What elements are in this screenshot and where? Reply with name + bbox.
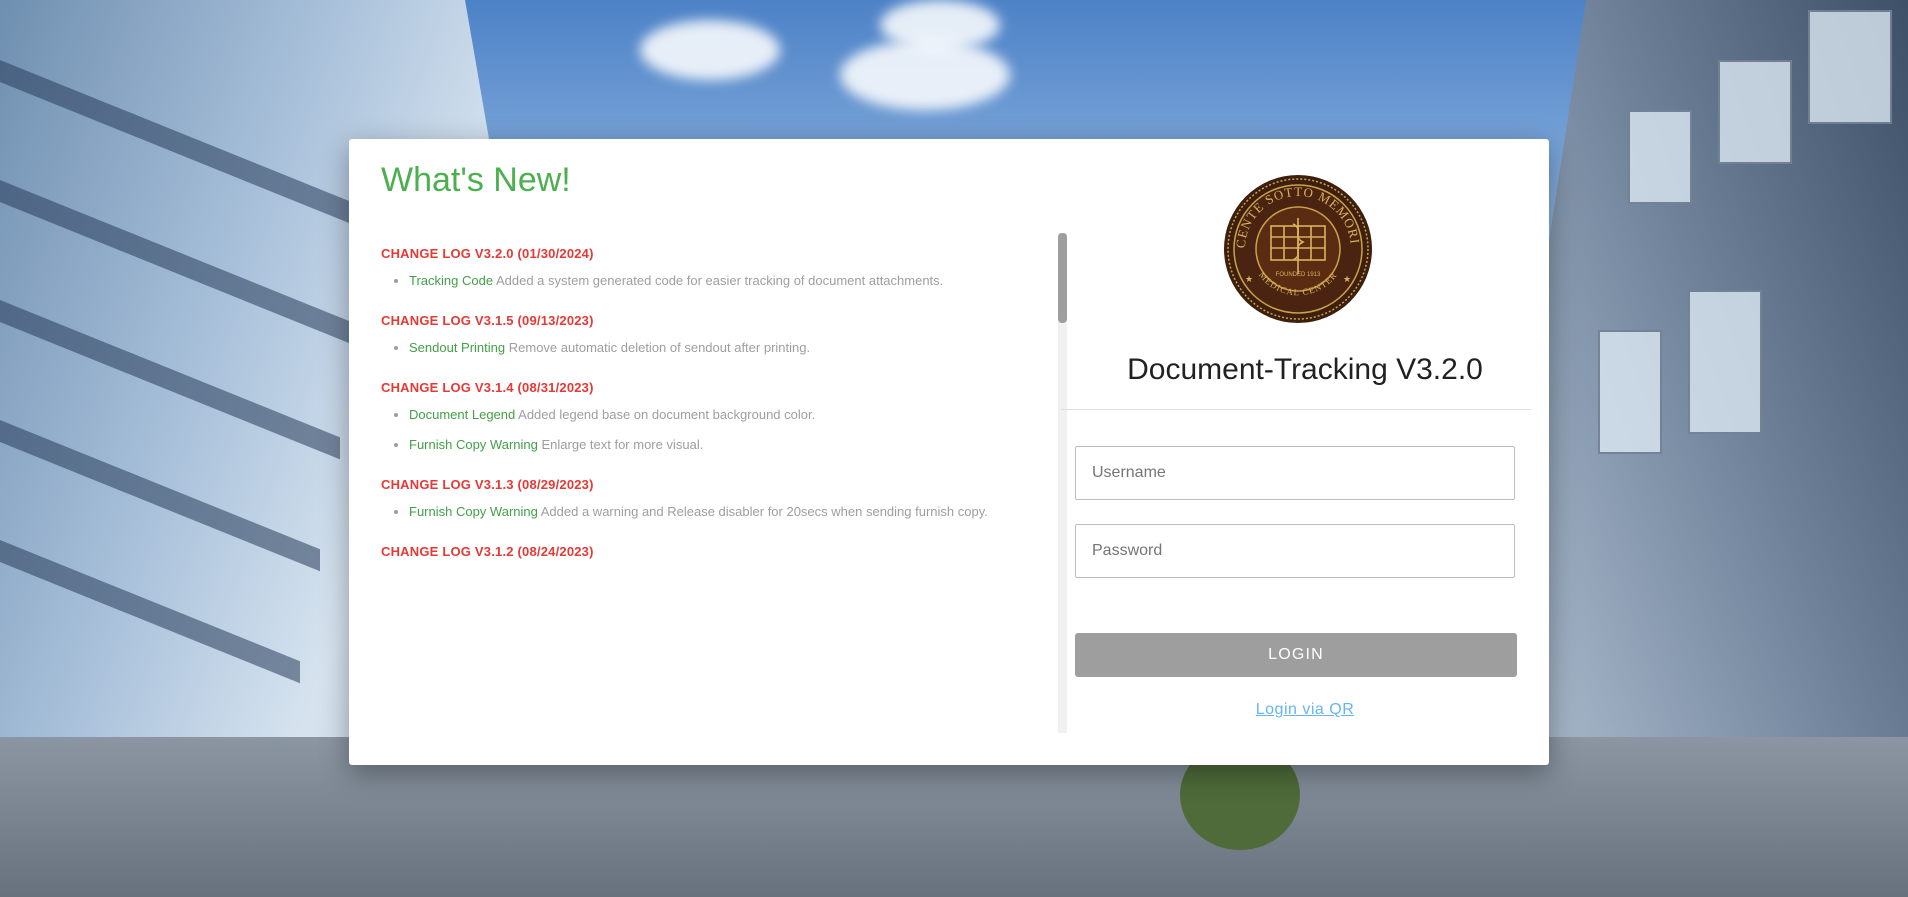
changelog-release: CHANGE LOG V3.1.5 (09/13/2023) Sendout P…: [381, 313, 1037, 358]
password-input[interactable]: [1076, 525, 1514, 577]
list-item: Furnish Copy Warning Added a warning and…: [409, 502, 1037, 522]
release-title: CHANGE LOG V3.2.0 (01/30/2024): [381, 246, 594, 261]
list-item: Tracking Code Added a system generated c…: [409, 271, 1037, 291]
list-item: Sendout Printing Remove automatic deleti…: [409, 338, 1037, 358]
changelog-release: CHANGE LOG V3.1.3 (08/29/2023) Furnish C…: [381, 477, 1037, 522]
username-field[interactable]: [1075, 446, 1515, 500]
changelog-release: CHANGE LOG V3.1.2 (08/24/2023): [381, 544, 1037, 559]
login-via-qr-link[interactable]: Login via QR: [1061, 701, 1549, 719]
feature-description: Added a system generated code for easier…: [495, 273, 944, 288]
feature-description: Added a warning and Release disabler for…: [540, 504, 988, 519]
svg-text:★: ★: [1343, 274, 1351, 284]
release-title: CHANGE LOG V3.1.4 (08/31/2023): [381, 380, 594, 395]
seal-founded-text: FOUNDED 1913: [1276, 272, 1321, 278]
feature-name: Sendout Printing: [409, 340, 506, 355]
feature-name: Furnish Copy Warning: [409, 437, 538, 452]
whats-new-title: What's New!: [381, 161, 571, 199]
login-card: What's New! CHANGE LOG V3.2.0 (01/30/202…: [349, 139, 1549, 765]
hospital-seal-logo: VICENTE SOTTO MEMORIAL MEDICAL CENTER FO…: [1223, 174, 1372, 323]
login-button[interactable]: LOGIN: [1075, 633, 1517, 677]
username-input[interactable]: [1076, 447, 1514, 499]
svg-text:★: ★: [1245, 274, 1253, 284]
changelog-release: CHANGE LOG V3.2.0 (01/30/2024) Tracking …: [381, 246, 1037, 291]
app-title: Document-Tracking V3.2.0: [1127, 353, 1483, 386]
feature-name: Tracking Code: [409, 273, 494, 288]
divider: [1061, 409, 1531, 410]
release-title: CHANGE LOG V3.1.2 (08/24/2023): [381, 544, 594, 559]
whats-new-panel: What's New! CHANGE LOG V3.2.0 (01/30/202…: [381, 161, 1067, 751]
login-panel: VICENTE SOTTO MEMORIAL MEDICAL CENTER FO…: [1061, 139, 1549, 765]
changelog-list[interactable]: CHANGE LOG V3.2.0 (01/30/2024) Tracking …: [381, 233, 1053, 731]
list-item: Document Legend Added legend base on doc…: [409, 405, 1037, 425]
feature-description: Added legend base on document background…: [518, 407, 816, 422]
password-field[interactable]: [1075, 524, 1515, 578]
feature-name: Document Legend: [409, 407, 516, 422]
changelog-release: CHANGE LOG V3.1.4 (08/31/2023) Document …: [381, 380, 1037, 455]
list-item: Furnish Copy Warning Enlarge text for mo…: [409, 435, 1037, 455]
feature-name: Furnish Copy Warning: [409, 504, 538, 519]
feature-description: Enlarge text for more visual.: [541, 437, 704, 452]
feature-description: Remove automatic deletion of sendout aft…: [508, 340, 811, 355]
release-title: CHANGE LOG V3.1.3 (08/29/2023): [381, 477, 594, 492]
release-title: CHANGE LOG V3.1.5 (09/13/2023): [381, 313, 594, 328]
